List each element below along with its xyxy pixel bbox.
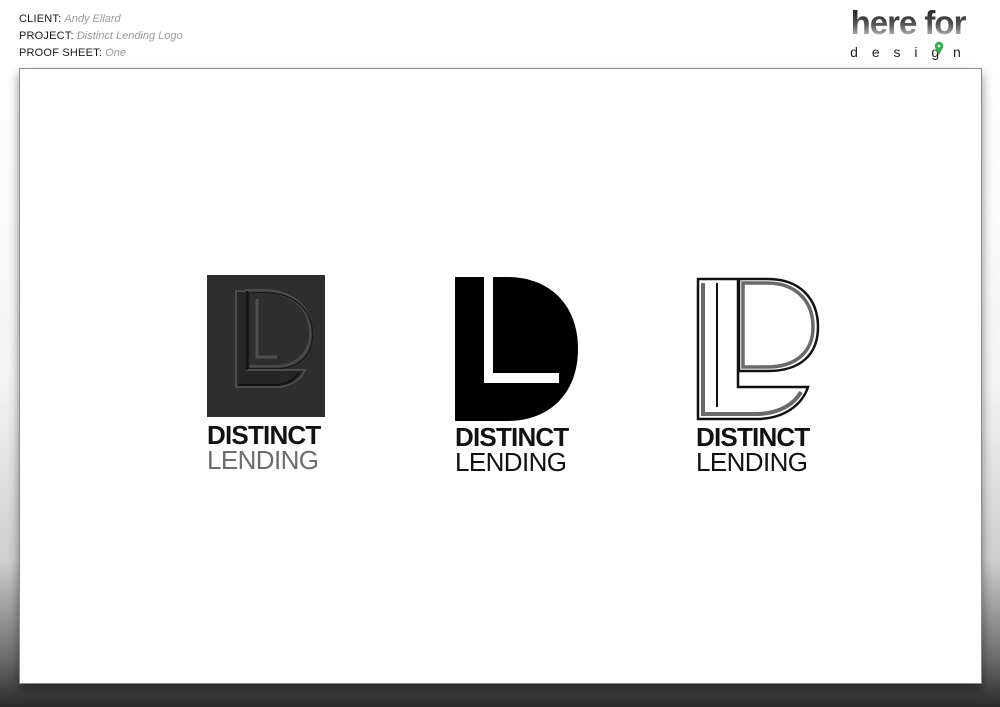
logo2-wordmark-lending: LENDING: [455, 447, 567, 477]
proof-sheet-info: CLIENT: Andy Ellard PROJECT: Distinct Le…: [19, 11, 183, 62]
logo-variant-solid-black: DISTINCT LENDING: [455, 277, 580, 477]
brand-line2: d e s i g n: [850, 44, 966, 60]
dl-monogram-solid-icon: [455, 277, 578, 421]
brand-line1: here for: [851, 6, 967, 41]
client-value: Andy Ellard: [64, 13, 121, 25]
client-label: CLIENT:: [19, 13, 62, 25]
proof-sheet-row: PROOF SHEET: One: [19, 45, 183, 62]
project-row: PROJECT: Distinct Lending Logo: [19, 28, 183, 45]
proof-sheet-value: One: [105, 47, 126, 59]
client-row: CLIENT: Andy Ellard: [19, 11, 183, 28]
logo-variant-outline: DISTINCT LENDING: [696, 277, 821, 477]
here-for-design-logo: here for d e s i g n: [850, 6, 967, 60]
proof-sheet-canvas: DISTINCT LENDING DISTINCT LENDING DISTIN…: [19, 68, 982, 684]
logo-variant-dark-tile: DISTINCT LENDING: [207, 275, 327, 475]
project-label: PROJECT:: [19, 30, 74, 42]
dl-monogram-outline-icon: [696, 277, 820, 421]
logo3-wordmark-lending: LENDING: [696, 447, 808, 477]
logo1-wordmark-lending: LENDING: [207, 445, 319, 475]
proof-sheet-label: PROOF SHEET:: [19, 47, 103, 59]
project-value: Distinct Lending Logo: [76, 30, 183, 42]
dl-monogram-embossed-icon: [207, 275, 325, 417]
